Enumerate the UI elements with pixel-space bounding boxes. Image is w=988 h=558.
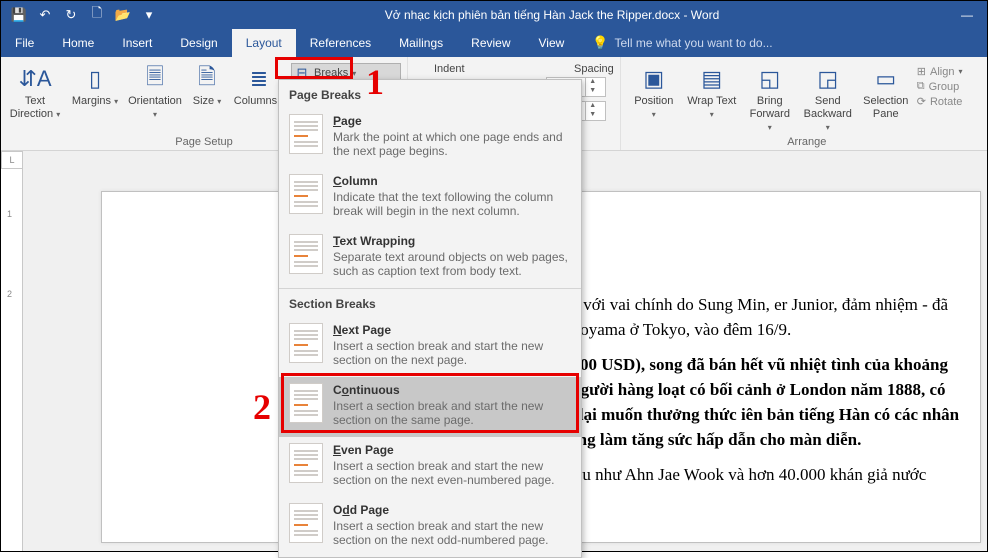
wrap-text-button[interactable]: ▤Wrap Text▾ (685, 59, 739, 121)
undo-icon[interactable]: ↶ (37, 7, 53, 23)
lightbulb-icon: 💡 (592, 35, 608, 51)
next-page-break-icon (289, 323, 323, 363)
rotate-button[interactable]: ⟳Rotate (917, 95, 987, 108)
size-button[interactable]: 🗎 Size ▾ (187, 59, 227, 108)
tab-layout[interactable]: Layout (232, 29, 296, 57)
annotation-number-2: 2 (253, 386, 271, 428)
minimize-button[interactable]: — (947, 8, 987, 22)
annotation-box-breaks (275, 57, 353, 79)
tab-mailings[interactable]: Mailings (385, 29, 457, 57)
spin-down-icon[interactable]: ▼ (586, 111, 600, 120)
margins-icon: ▯ (67, 63, 123, 95)
align-button[interactable]: ⊞Align ▾ (917, 65, 987, 78)
position-button[interactable]: ▣Position▾ (627, 59, 681, 121)
group-label-arrange: Arrange (627, 136, 987, 150)
bring-forward-icon: ◱ (743, 63, 797, 95)
dd-item-next-page[interactable]: Next PageInsert a section break and star… (279, 317, 581, 377)
tab-review[interactable]: Review (457, 29, 524, 57)
text-wrapping-break-icon (289, 234, 323, 274)
tell-me-search[interactable]: 💡 Tell me what you want to do... (578, 29, 772, 57)
tell-me-placeholder: Tell me what you want to do... (615, 36, 773, 50)
odd-page-break-icon (289, 503, 323, 543)
size-icon: 🗎 (187, 63, 227, 95)
group-arrange: ▣Position▾ ▤Wrap Text▾ ◱Bring Forward▾ ◲… (621, 57, 988, 150)
rotate-icon: ⟳ (917, 95, 926, 108)
orientation-button[interactable]: 🗏 Orientation ▾ (127, 59, 183, 121)
title-bar: 💾 ↶ ↻ 🗋 📂 ▾ Vở nhạc kịch phiên bản tiếng… (1, 1, 987, 29)
annotation-box-continuous (281, 373, 579, 433)
dd-item-column[interactable]: ColumnIndicate that the text following t… (279, 168, 581, 228)
dd-item-text-wrapping[interactable]: Text WrappingSeparate text around object… (279, 228, 581, 288)
redo-icon[interactable]: ↻ (63, 7, 79, 23)
dd-item-even-page[interactable]: Even PageInsert a section break and star… (279, 437, 581, 497)
bring-forward-button[interactable]: ◱Bring Forward▾ (743, 59, 797, 134)
orientation-icon: 🗏 (127, 63, 183, 95)
group-button[interactable]: ⧉Group (917, 80, 987, 93)
send-backward-icon: ◲ (801, 63, 855, 95)
save-icon[interactable]: 💾 (11, 7, 27, 23)
page-break-icon (289, 114, 323, 154)
document-title: Vở nhạc kịch phiên bản tiếng Hàn Jack th… (157, 8, 947, 22)
quick-access-toolbar: 💾 ↶ ↻ 🗋 📂 ▾ (1, 7, 157, 23)
new-doc-icon[interactable]: 🗋 (89, 7, 105, 23)
selection-pane-icon: ▭ (859, 63, 913, 95)
annotation-number-1: 1 (366, 61, 384, 103)
tab-insert[interactable]: Insert (108, 29, 166, 57)
spacing-heading: Spacing (574, 63, 614, 75)
breaks-dropdown: Page Breaks PageMark the point at which … (278, 79, 582, 558)
vertical-ruler: 1 2 (1, 169, 23, 551)
chevron-down-icon: ▾ (56, 110, 60, 119)
text-direction-icon: ⇵A (7, 63, 63, 95)
indent-heading: Indent (414, 63, 574, 75)
selection-pane-button[interactable]: ▭Selection Pane (859, 59, 913, 121)
wrap-text-icon: ▤ (685, 63, 739, 95)
tab-home[interactable]: Home (48, 29, 108, 57)
spin-down-icon[interactable]: ▼ (586, 87, 600, 96)
column-break-icon (289, 174, 323, 214)
dd-heading-section-breaks: Section Breaks (279, 289, 581, 317)
group-icon: ⧉ (917, 80, 925, 93)
dd-item-page[interactable]: PageMark the point at which one page end… (279, 108, 581, 168)
even-page-break-icon (289, 443, 323, 483)
ruler-tick: 1 (7, 209, 12, 219)
position-icon: ▣ (627, 63, 681, 95)
tab-file[interactable]: File (1, 29, 48, 57)
ribbon-tabs: File Home Insert Design Layout Reference… (1, 29, 987, 57)
ruler-tick: 2 (7, 289, 12, 299)
tab-view[interactable]: View (525, 29, 579, 57)
margins-button[interactable]: ▯ Margins ▾ (67, 59, 123, 108)
open-icon[interactable]: 📂 (115, 7, 131, 23)
send-backward-button[interactable]: ◲Send Backward▾ (801, 59, 855, 134)
ruler-corner[interactable]: L (1, 151, 23, 169)
spin-up-icon[interactable]: ▲ (586, 102, 600, 111)
tab-references[interactable]: References (296, 29, 385, 57)
spin-up-icon[interactable]: ▲ (586, 78, 600, 87)
text-direction-button[interactable]: ⇵A Text Direction ▾ (7, 59, 63, 121)
dd-item-odd-page[interactable]: Odd PageInsert a section break and start… (279, 497, 581, 557)
dd-heading-page-breaks: Page Breaks (279, 80, 581, 108)
tab-design[interactable]: Design (166, 29, 231, 57)
qat-more-icon[interactable]: ▾ (141, 7, 157, 23)
align-icon: ⊞ (917, 65, 926, 78)
